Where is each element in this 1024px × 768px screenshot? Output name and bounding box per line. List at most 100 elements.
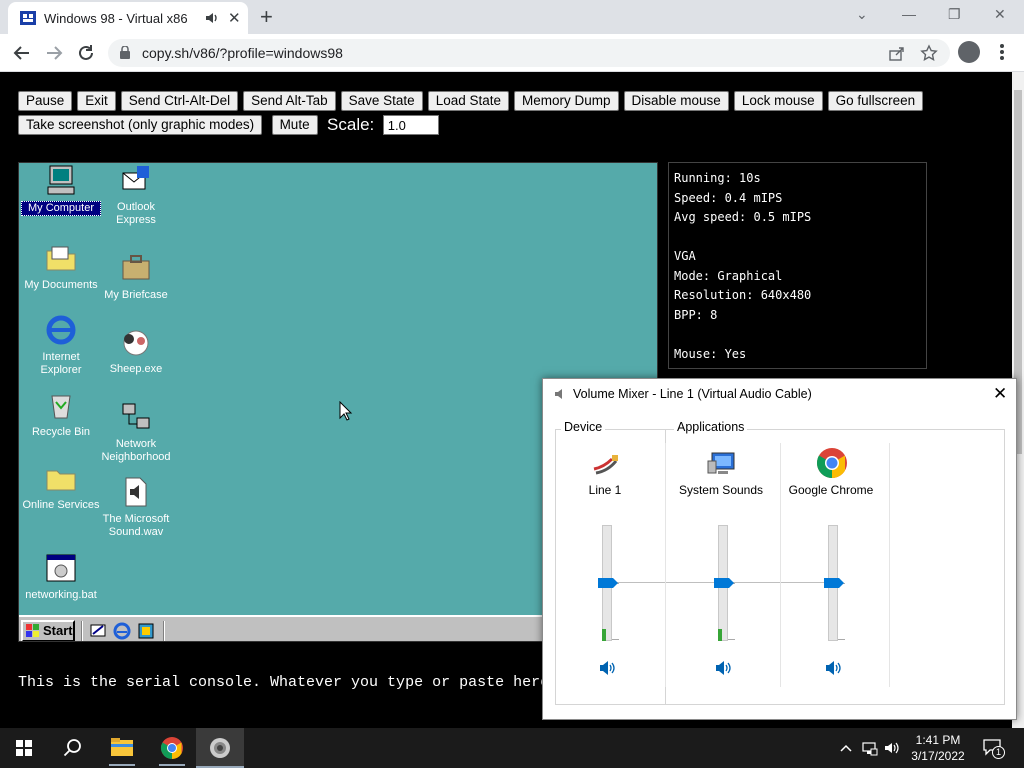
tab-search-icon[interactable]: ⌄ bbox=[856, 6, 868, 23]
address-bar[interactable]: copy.sh/v86/?profile=windows98 bbox=[108, 39, 950, 67]
serial-console[interactable]: This is the serial console. Whatever you… bbox=[18, 674, 549, 691]
browser-toolbar: copy.sh/v86/?profile=windows98 bbox=[0, 34, 1024, 72]
emulator-controls-row: Pause Exit Send Ctrl-Alt-Del Send Alt-Tab Sa… bbox=[18, 91, 928, 111]
restore-button[interactable]: ❐ bbox=[948, 6, 961, 23]
lock-icon[interactable] bbox=[120, 46, 130, 59]
search-icon[interactable] bbox=[48, 728, 96, 768]
go-fullscreen-button[interactable]: Go fullscreen bbox=[827, 91, 924, 111]
stat-resolution: Resolution: 640x480 bbox=[674, 288, 812, 302]
tab-close-icon[interactable]: ✕ bbox=[228, 9, 241, 27]
scale-input[interactable] bbox=[382, 115, 439, 135]
desktop-icon-my-briefcase[interactable]: My Briefcase bbox=[96, 251, 176, 302]
mute-speaker-icon[interactable] bbox=[714, 659, 732, 677]
desktop-icon-label: Network Neighborhood bbox=[101, 438, 171, 463]
chrome-menu-icon[interactable] bbox=[998, 41, 1006, 63]
file-explorer-icon[interactable] bbox=[98, 728, 146, 768]
desktop-icon-the-microsoft-sound-wav[interactable]: The Microsoft Sound.wav bbox=[96, 475, 176, 539]
desktop-icon-networking-bat[interactable]: networking.bat bbox=[21, 551, 101, 602]
ie-quicklaunch-icon[interactable] bbox=[113, 622, 131, 640]
desktop-icon-label: Recycle Bin bbox=[31, 426, 91, 438]
desktop-icon-my-computer[interactable]: My Computer bbox=[21, 163, 101, 216]
pause-button[interactable]: Pause bbox=[18, 91, 73, 111]
windows-logo-icon bbox=[26, 624, 39, 637]
volume-slider-thumb[interactable] bbox=[824, 578, 844, 588]
profile-avatar-icon[interactable] bbox=[958, 41, 980, 63]
win98-start-button[interactable]: Start bbox=[21, 620, 75, 641]
windows-start-icon[interactable] bbox=[0, 728, 48, 768]
mixer-close-button[interactable]: ✕ bbox=[993, 384, 1007, 404]
action-center-button[interactable]: 1 bbox=[982, 738, 1005, 759]
taskbar-divider bbox=[163, 621, 165, 641]
share-icon[interactable] bbox=[888, 44, 906, 62]
desktop-icon-internet-explorer[interactable]: Internet Explorer bbox=[21, 313, 101, 377]
screenshot-button[interactable]: Take screenshot (only graphic modes) bbox=[18, 115, 263, 135]
sound-file-icon bbox=[119, 475, 153, 509]
load-state-button[interactable]: Load State bbox=[427, 91, 509, 111]
volume-slider-thumb[interactable] bbox=[598, 578, 618, 588]
mute-button[interactable]: Mute bbox=[271, 115, 318, 135]
clock-date: 3/17/2022 bbox=[911, 749, 965, 763]
desktop-icon-outlook-express[interactable]: Outlook Express bbox=[96, 163, 176, 227]
volume-slider-thumb[interactable] bbox=[714, 578, 734, 588]
channel-line-1: Line 1 bbox=[550, 443, 660, 693]
desktop-icon-label: My Documents bbox=[24, 279, 98, 291]
chrome-icon bbox=[816, 448, 847, 478]
show-hidden-icons-icon[interactable] bbox=[838, 740, 854, 756]
batch-file-icon bbox=[44, 551, 78, 585]
channel-separator bbox=[889, 443, 890, 687]
tab-audio-icon[interactable] bbox=[204, 10, 220, 26]
forward-icon[interactable] bbox=[43, 42, 65, 64]
mouse-cursor-icon bbox=[339, 401, 353, 421]
desktop-icon-network-neighborhood[interactable]: Network Neighborhood bbox=[96, 400, 176, 464]
stat-mouse: Mouse: Yes bbox=[674, 346, 747, 361]
minimize-button[interactable]: — bbox=[902, 6, 916, 22]
notification-count-badge: 1 bbox=[992, 746, 1005, 759]
desktop-icon-recycle-bin[interactable]: Recycle Bin bbox=[21, 388, 101, 439]
channel-name: Line 1 bbox=[588, 483, 622, 497]
mute-speaker-icon[interactable] bbox=[824, 659, 842, 677]
chrome-taskbar-icon[interactable] bbox=[148, 728, 196, 768]
desktop-icon-my-documents[interactable]: My Documents bbox=[21, 241, 101, 292]
browser-tab[interactable]: Windows 98 - Virtual x86 ✕ bbox=[8, 2, 248, 34]
desktop-icon-label: The Microsoft Sound.wav bbox=[102, 513, 170, 538]
volume-icon[interactable] bbox=[884, 740, 900, 756]
save-state-button[interactable]: Save State bbox=[340, 91, 423, 111]
stat-speed: Speed: 0.4 mIPS bbox=[674, 190, 783, 205]
show-desktop-icon[interactable] bbox=[89, 622, 107, 640]
device-group-label: Device bbox=[561, 420, 606, 434]
exit-button[interactable]: Exit bbox=[77, 91, 116, 111]
volume-mixer-taskbar-button[interactable] bbox=[196, 728, 244, 768]
desktop-icon-sheep-exe[interactable]: Sheep.exe bbox=[96, 325, 176, 376]
system-clock[interactable]: 1:41 PM 3/17/2022 bbox=[904, 732, 972, 764]
reload-icon[interactable] bbox=[75, 42, 97, 64]
send-ctrl-alt-del-button[interactable]: Send Ctrl-Alt-Del bbox=[120, 91, 239, 111]
mute-speaker-icon[interactable] bbox=[598, 659, 616, 677]
taskbar-divider bbox=[81, 621, 83, 641]
stat-avg-speed: Avg speed: 0.5 mIPS bbox=[674, 210, 812, 224]
stat-vga-header: VGA bbox=[674, 249, 696, 263]
disable-mouse-button[interactable]: Disable mouse bbox=[623, 91, 729, 111]
channels-quicklaunch-icon[interactable] bbox=[137, 622, 155, 640]
windows-taskbar: 1:41 PM 3/17/2022 1 bbox=[0, 728, 1024, 768]
recycle-bin-icon bbox=[44, 388, 78, 422]
desktop-icon-label: networking.bat bbox=[25, 589, 97, 601]
new-tab-button[interactable]: + bbox=[260, 4, 273, 30]
channel-system-sounds: System Sounds bbox=[666, 443, 776, 693]
bookmark-star-icon[interactable] bbox=[920, 44, 938, 62]
channel-name: System Sounds bbox=[678, 483, 764, 497]
tab-title: Windows 98 - Virtual x86 bbox=[44, 11, 188, 26]
my-documents-icon bbox=[44, 241, 78, 275]
network-icon[interactable] bbox=[862, 740, 878, 756]
lock-mouse-button[interactable]: Lock mouse bbox=[733, 91, 823, 111]
my-computer-icon bbox=[44, 163, 78, 197]
system-sounds-icon bbox=[707, 452, 735, 474]
sheep-icon bbox=[119, 325, 153, 359]
desktop-icon-online-services[interactable]: Online Services bbox=[21, 461, 101, 512]
send-alt-tab-button[interactable]: Send Alt-Tab bbox=[243, 91, 336, 111]
clock-time: 1:41 PM bbox=[915, 733, 961, 747]
v86-favicon-icon bbox=[20, 11, 36, 25]
memory-dump-button[interactable]: Memory Dump bbox=[514, 91, 619, 111]
back-icon[interactable] bbox=[11, 42, 33, 64]
close-window-button[interactable]: ✕ bbox=[994, 6, 1006, 23]
url-text: copy.sh/v86/?profile=windows98 bbox=[142, 45, 343, 61]
